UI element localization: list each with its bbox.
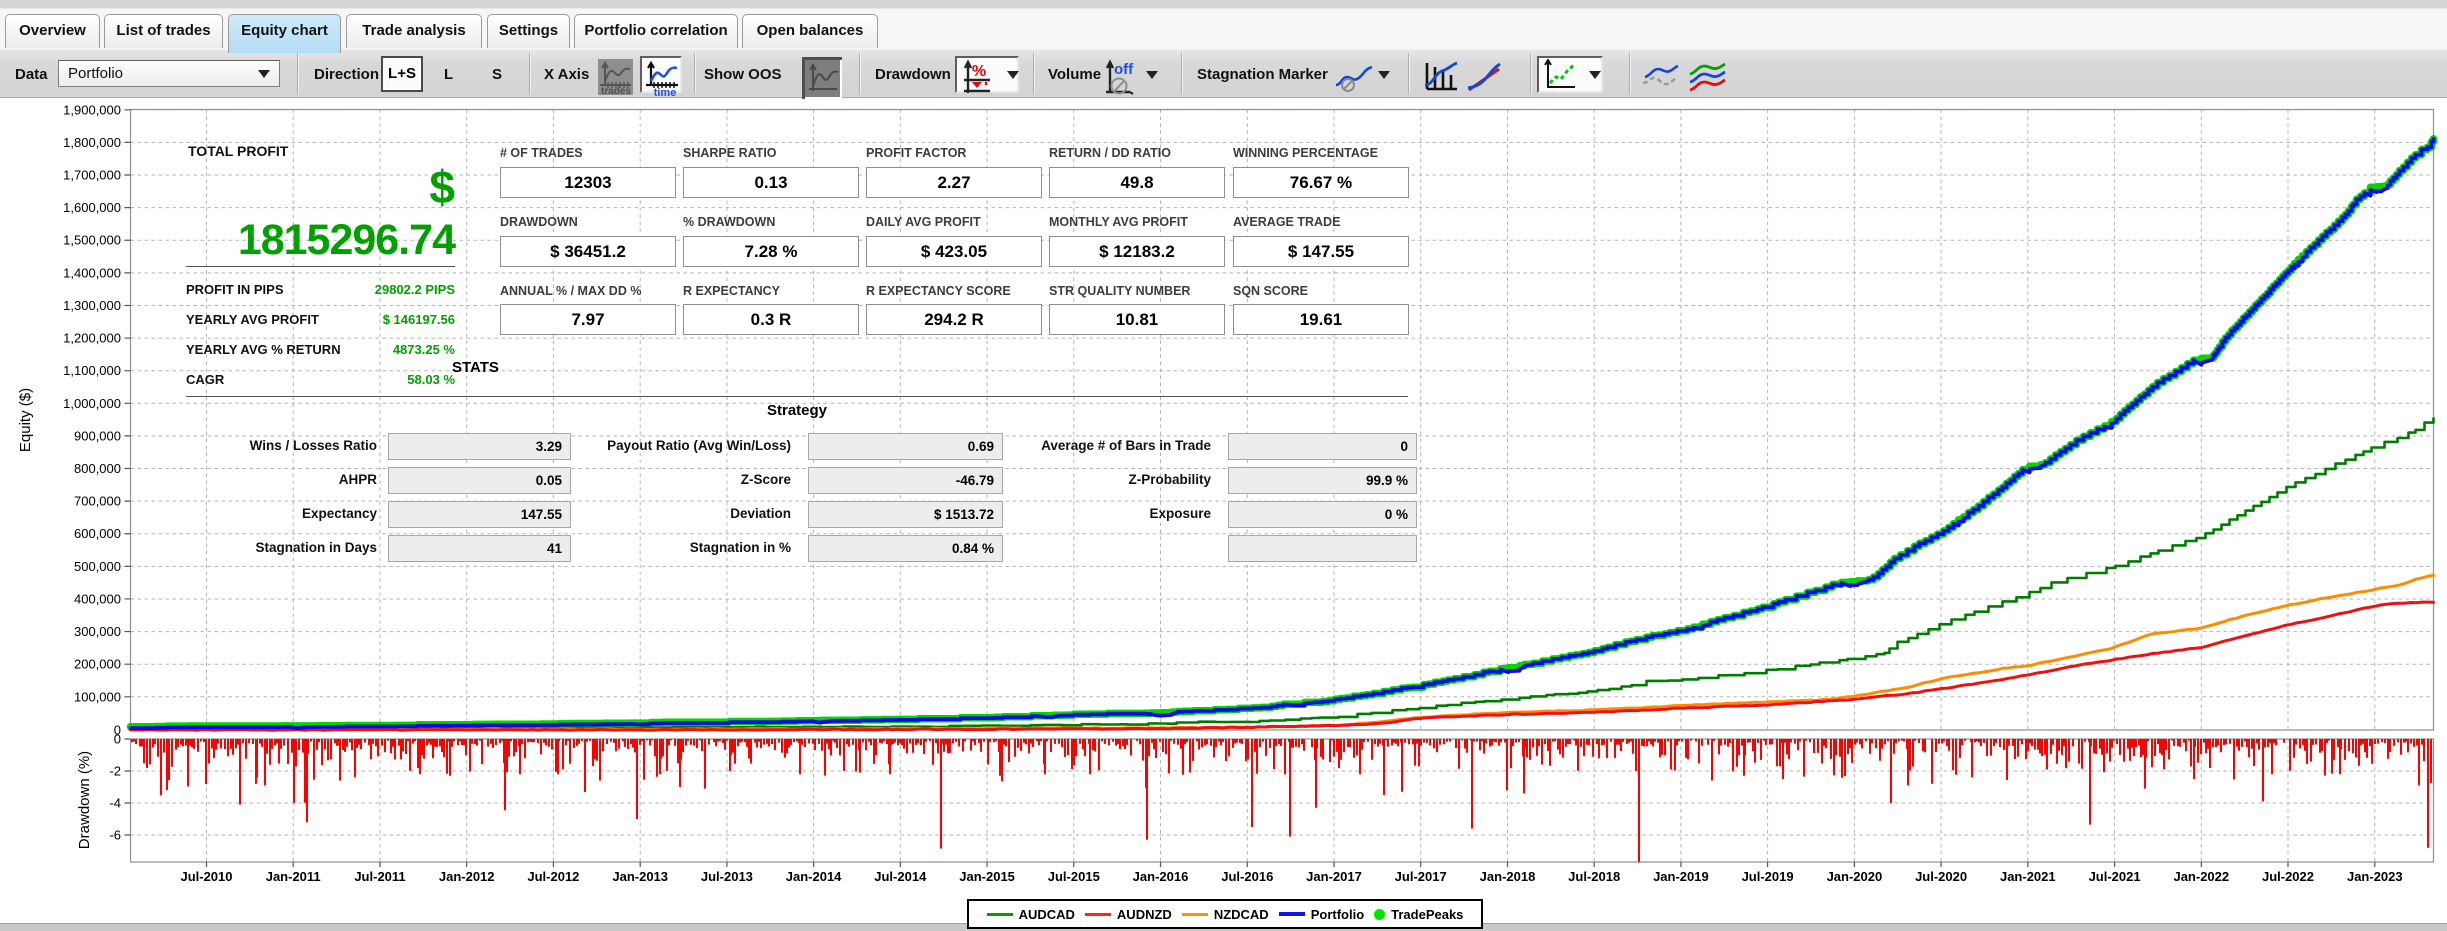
svg-text:Jul-2011: Jul-2011: [354, 869, 405, 884]
svg-text:Jan-2014: Jan-2014: [786, 869, 842, 884]
svg-text:Jan-2016: Jan-2016: [1133, 869, 1189, 884]
svg-text:Jan-2018: Jan-2018: [1480, 869, 1536, 884]
svg-text:800,000: 800,000: [74, 461, 121, 476]
svg-text:Jan-2020: Jan-2020: [1827, 869, 1883, 884]
svg-text:Jan-2019: Jan-2019: [1653, 869, 1709, 884]
svg-text:Jul-2020: Jul-2020: [1915, 869, 1967, 884]
svg-text:Jul-2016: Jul-2016: [1221, 869, 1273, 884]
svg-text:-2: -2: [109, 764, 121, 779]
svg-text:Jan-2017: Jan-2017: [1306, 869, 1362, 884]
svg-text:Jan-2015: Jan-2015: [959, 869, 1015, 884]
svg-text:200,000: 200,000: [74, 657, 121, 672]
svg-text:900,000: 900,000: [74, 428, 121, 443]
svg-text:Jul-2019: Jul-2019: [1742, 869, 1794, 884]
svg-text:500,000: 500,000: [74, 559, 121, 574]
svg-text:Jan-2021: Jan-2021: [2000, 869, 2056, 884]
svg-text:300,000: 300,000: [74, 624, 121, 639]
svg-text:1,400,000: 1,400,000: [63, 265, 121, 280]
svg-text:1,300,000: 1,300,000: [63, 298, 121, 313]
svg-text:Equity ($): Equity ($): [17, 388, 34, 452]
svg-text:Jan-2011: Jan-2011: [266, 869, 321, 884]
svg-text:1,700,000: 1,700,000: [63, 168, 121, 183]
svg-text:100,000: 100,000: [74, 689, 121, 704]
svg-text:Jul-2018: Jul-2018: [1568, 869, 1620, 884]
svg-text:Jul-2010: Jul-2010: [180, 869, 232, 884]
svg-text:1,600,000: 1,600,000: [63, 200, 121, 215]
svg-text:700,000: 700,000: [74, 494, 121, 509]
svg-text:1,000,000: 1,000,000: [63, 396, 121, 411]
svg-text:600,000: 600,000: [74, 526, 121, 541]
svg-text:1,200,000: 1,200,000: [63, 331, 121, 346]
svg-text:Jan-2023: Jan-2023: [2347, 869, 2403, 884]
svg-text:400,000: 400,000: [74, 592, 121, 607]
svg-text:-4: -4: [109, 796, 121, 811]
svg-text:1,900,000: 1,900,000: [63, 102, 121, 117]
svg-text:Jul-2021: Jul-2021: [2089, 869, 2141, 884]
svg-text:-6: -6: [109, 828, 121, 843]
svg-text:Jul-2015: Jul-2015: [1048, 869, 1100, 884]
svg-text:Jan-2013: Jan-2013: [612, 869, 668, 884]
svg-text:Jul-2013: Jul-2013: [701, 869, 753, 884]
svg-text:Jul-2014: Jul-2014: [874, 869, 927, 884]
svg-text:Jan-2022: Jan-2022: [2173, 869, 2229, 884]
svg-text:Drawdown (%): Drawdown (%): [76, 751, 93, 849]
svg-text:Jan-2012: Jan-2012: [439, 869, 495, 884]
svg-text:1,500,000: 1,500,000: [63, 233, 121, 248]
svg-text:0: 0: [114, 732, 121, 747]
svg-text:1,800,000: 1,800,000: [63, 135, 121, 150]
svg-text:Jul-2017: Jul-2017: [1395, 869, 1447, 884]
svg-text:1,100,000: 1,100,000: [63, 363, 121, 378]
svg-text:Jul-2012: Jul-2012: [527, 869, 579, 884]
svg-text:Jul-2022: Jul-2022: [2262, 869, 2314, 884]
